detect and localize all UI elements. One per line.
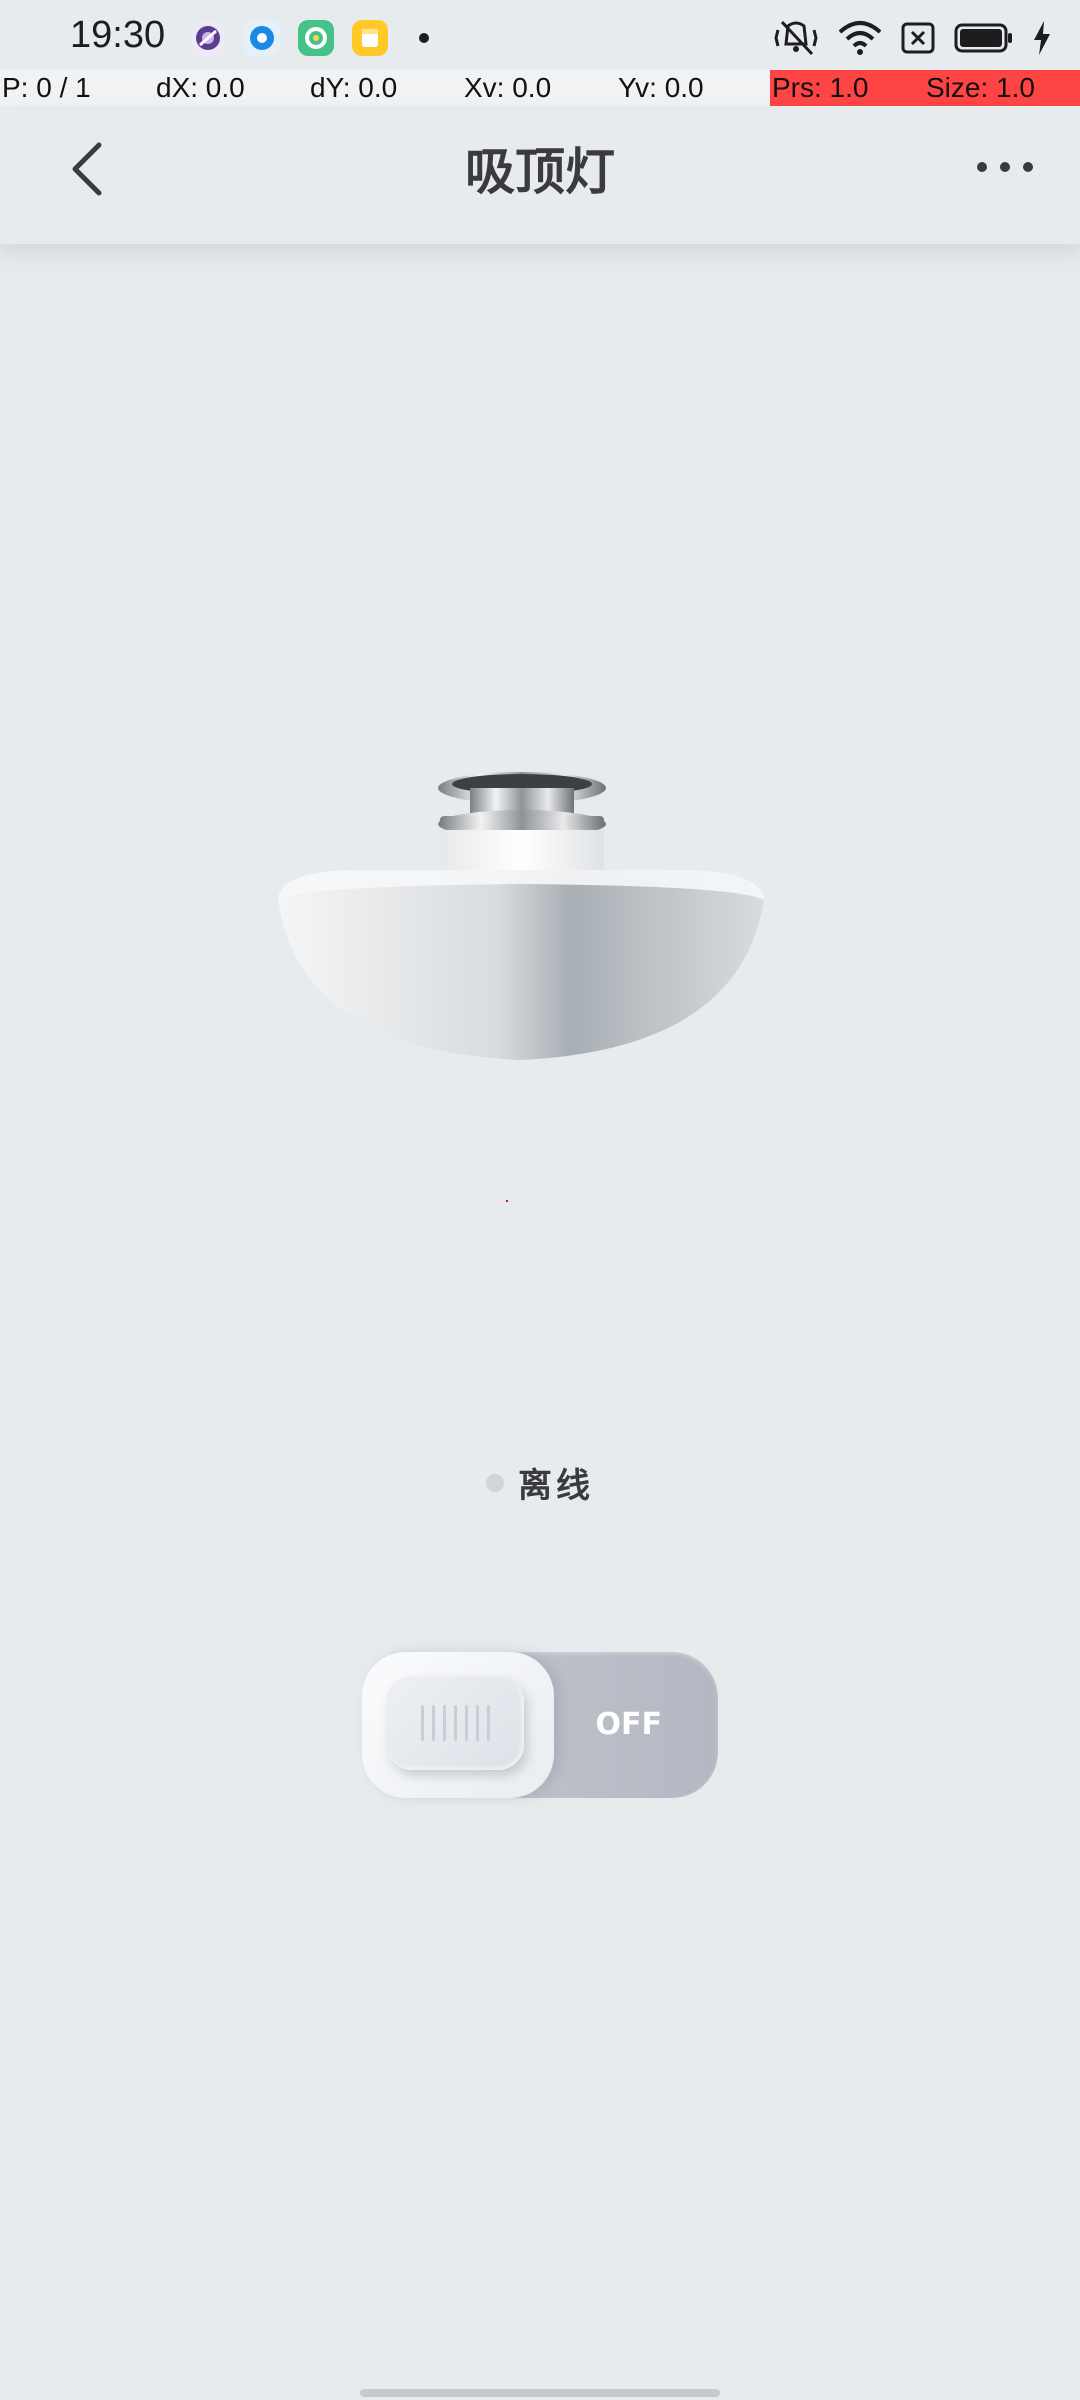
system-icons [772, 18, 1052, 62]
debug-pressure: Prs: 1.0 [770, 70, 924, 106]
app-icon [298, 20, 334, 56]
debug-dx: dX: 0.0 [156, 72, 245, 103]
toggle-knob[interactable] [362, 1652, 554, 1798]
debug-size: Size: 1.0 [924, 70, 1080, 106]
power-toggle[interactable]: OFF [362, 1652, 718, 1798]
grip-icon [386, 1676, 524, 1770]
chat-icon [244, 20, 280, 56]
device-status: 离线 [0, 1458, 1080, 1507]
toggle-state-label: OFF [595, 1707, 663, 1742]
touch-point-marker [506, 1200, 508, 1202]
status-indicator-dot [486, 1473, 504, 1492]
app-screen: 19:30 P: 0 / 1 dX: 0.0 dY: 0.0 Xv: 0.0 Y… [0, 0, 1080, 2400]
status-text: 离线 [518, 1466, 594, 1506]
home-indicator[interactable] [360, 2389, 720, 2397]
debug-dy: dY: 0.0 [310, 72, 398, 103]
app-header: 吸顶灯 [0, 106, 1080, 244]
debug-xv: Xv: 0.0 [464, 72, 552, 103]
page-title: 吸顶灯 [465, 143, 615, 201]
vibrate-off-icon [772, 18, 820, 62]
sim-off-icon [900, 20, 936, 60]
notification-icons [190, 20, 442, 56]
dot-icon [406, 20, 442, 56]
pointer-debug-bar: P: 0 / 1 dX: 0.0 dY: 0.0 Xv: 0.0 Yv: 0.0… [0, 70, 1080, 106]
ceiling-lamp-illustration [270, 760, 770, 1080]
debug-pointer: P: 0 / 1 [2, 72, 91, 103]
notes-icon [352, 20, 388, 56]
battery-icon [954, 22, 1014, 58]
status-time: 19:30 [70, 14, 166, 56]
browser-icon [190, 20, 226, 56]
wifi-icon [838, 20, 882, 60]
charging-icon [1032, 21, 1052, 59]
status-bar: 19:30 [0, 0, 1080, 70]
more-button[interactable] [970, 142, 1040, 192]
more-horizontal-icon [977, 162, 1033, 172]
debug-yv: Yv: 0.0 [618, 72, 704, 103]
